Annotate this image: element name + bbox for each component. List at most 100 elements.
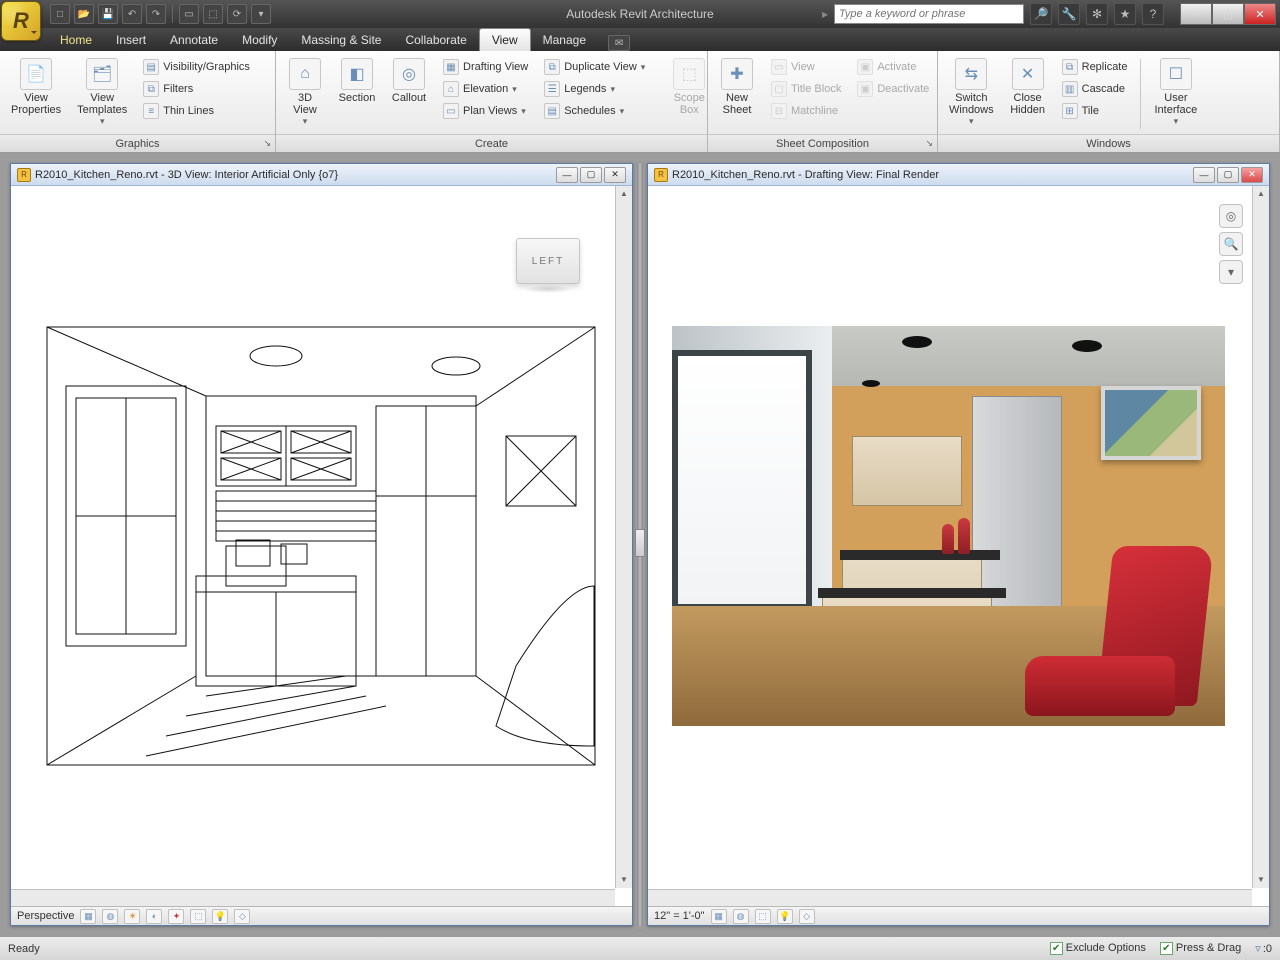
- section-button[interactable]: ◧Section: [334, 55, 380, 107]
- favorites-icon[interactable]: ★: [1114, 3, 1136, 25]
- close-hidden-button[interactable]: ✕Close Hidden: [1005, 55, 1051, 119]
- switch-windows-button[interactable]: ⇆Switch Windows: [944, 55, 999, 130]
- view-titlebar[interactable]: R R2010_Kitchen_Reno.rvt - 3D View: Inte…: [11, 164, 632, 186]
- tab-massing-site[interactable]: Massing & Site: [289, 29, 393, 51]
- infocenter-search-input[interactable]: [834, 4, 1024, 24]
- reveal-hidden-icon[interactable]: ◇: [234, 909, 250, 924]
- communication-icon[interactable]: ✻: [1086, 3, 1108, 25]
- maximize-button[interactable]: ▢: [1212, 3, 1244, 25]
- tab-view[interactable]: View: [479, 28, 531, 51]
- view-templates-button[interactable]: 🗂View Templates: [72, 55, 132, 130]
- schedules-button[interactable]: ▤Schedules: [539, 101, 650, 121]
- new-sheet-icon: ✚: [721, 58, 753, 90]
- vertical-scrollbar[interactable]: [1252, 186, 1269, 888]
- hide-isolate-icon[interactable]: 💡: [212, 909, 228, 924]
- visual-style-icon[interactable]: ◍: [102, 909, 118, 924]
- view-properties-button[interactable]: 📄View Properties: [6, 55, 66, 119]
- crop-view-icon[interactable]: ⬚: [190, 909, 206, 924]
- child-maximize-button[interactable]: ▢: [1217, 167, 1239, 183]
- plan-icon: ▭: [443, 103, 459, 119]
- wireframe-drawing: [46, 326, 596, 766]
- replicate-button[interactable]: ⧉Replicate: [1057, 57, 1133, 77]
- infocenter-chevron-icon[interactable]: ▸: [822, 7, 828, 21]
- qat-sync-icon[interactable]: ⟳: [227, 4, 247, 24]
- shadows-icon[interactable]: ◐: [146, 909, 162, 924]
- viewport-3d[interactable]: LEFT: [11, 186, 632, 906]
- duplicate-view-button[interactable]: ⧉Duplicate View: [539, 57, 650, 77]
- qat-save-icon[interactable]: 💾: [98, 4, 118, 24]
- crop-view-icon[interactable]: ⬚: [755, 909, 771, 924]
- 3d-view-button[interactable]: ⌂3D View: [282, 55, 328, 130]
- view-titlebar[interactable]: R R2010_Kitchen_Reno.rvt - Drafting View…: [648, 164, 1269, 186]
- panel-title: Sheet Composition: [776, 138, 869, 150]
- drafting-view-button[interactable]: ▦Drafting View: [438, 57, 533, 77]
- app-menu-button[interactable]: R: [1, 1, 41, 41]
- horizontal-scrollbar[interactable]: [648, 889, 1252, 906]
- rendered-image: [672, 326, 1225, 726]
- child-close-button[interactable]: ✕: [604, 167, 626, 183]
- dialog-launcher-icon[interactable]: ↘: [925, 138, 933, 149]
- vertical-scrollbar[interactable]: [615, 186, 632, 888]
- qat-open-icon[interactable]: 📂: [74, 4, 94, 24]
- qat-redo-icon[interactable]: ↷: [146, 4, 166, 24]
- filters-button[interactable]: ⧉Filters: [138, 79, 255, 99]
- viewport-drafting[interactable]: ◎ 🔍 ▾: [648, 186, 1269, 906]
- tab-annotate[interactable]: Annotate: [158, 29, 230, 51]
- help-icon[interactable]: ?: [1142, 3, 1164, 25]
- new-sheet-button[interactable]: ✚New Sheet: [714, 55, 760, 119]
- horizontal-scrollbar[interactable]: [11, 889, 615, 906]
- tab-addins-icon[interactable]: ✉: [608, 35, 630, 51]
- visibility-graphics-button[interactable]: ▤Visibility/Graphics: [138, 57, 255, 77]
- tab-insert[interactable]: Insert: [104, 29, 158, 51]
- child-maximize-button[interactable]: ▢: [580, 167, 602, 183]
- tab-manage[interactable]: Manage: [531, 29, 598, 51]
- press-drag-toggle[interactable]: ✔Press & Drag: [1160, 942, 1241, 955]
- qat-3dview-icon[interactable]: ⬚: [203, 4, 223, 24]
- tile-button[interactable]: ⊞Tile: [1057, 101, 1133, 121]
- qat-modify-icon[interactable]: ▭: [179, 4, 199, 24]
- tab-collaborate[interactable]: Collaborate: [393, 29, 478, 51]
- plan-views-button[interactable]: ▭Plan Views: [438, 101, 533, 121]
- sun-path-icon[interactable]: ☀: [124, 909, 140, 924]
- child-minimize-button[interactable]: —: [556, 167, 578, 183]
- user-interface-button[interactable]: ☐User Interface: [1149, 55, 1202, 130]
- close-button[interactable]: ✕: [1244, 3, 1276, 25]
- callout-button[interactable]: ◎Callout: [386, 55, 432, 107]
- view-scale-label[interactable]: Perspective: [17, 910, 74, 922]
- tab-home[interactable]: Home: [48, 29, 104, 51]
- child-close-button[interactable]: ✕: [1241, 167, 1263, 183]
- cascade-button[interactable]: ▥Cascade: [1057, 79, 1133, 99]
- detail-level-icon[interactable]: ▦: [711, 909, 727, 924]
- hide-isolate-icon[interactable]: 💡: [777, 909, 793, 924]
- view-cube[interactable]: LEFT: [516, 238, 580, 284]
- exclude-options-toggle[interactable]: ✔Exclude Options: [1050, 942, 1146, 955]
- minimize-button[interactable]: —: [1180, 3, 1212, 25]
- view-scale-label[interactable]: 12" = 1'-0": [654, 910, 705, 922]
- label: View Properties: [11, 92, 61, 116]
- reveal-hidden-icon[interactable]: ◇: [799, 909, 815, 924]
- label: Elevation: [463, 83, 508, 95]
- tab-modify[interactable]: Modify: [230, 29, 289, 51]
- qat-undo-icon[interactable]: ↶: [122, 4, 142, 24]
- zoom-icon[interactable]: 🔍: [1219, 232, 1243, 256]
- label: Tile: [1082, 105, 1099, 117]
- nav-more-icon[interactable]: ▾: [1219, 260, 1243, 284]
- child-minimize-button[interactable]: —: [1193, 167, 1215, 183]
- panel-title: Graphics: [115, 138, 159, 150]
- detail-level-icon[interactable]: ▦: [80, 909, 96, 924]
- house-3d-icon: ⌂: [289, 58, 321, 90]
- selection-filter-button[interactable]: ▿:0: [1255, 942, 1272, 955]
- search-go-icon[interactable]: 🔎: [1030, 3, 1052, 25]
- qat-customize-icon[interactable]: ▾: [251, 4, 271, 24]
- thin-lines-button[interactable]: ≡Thin Lines: [138, 101, 255, 121]
- steering-wheel-icon[interactable]: ◎: [1219, 204, 1243, 228]
- subscription-icon[interactable]: 🔧: [1058, 3, 1080, 25]
- title-block-button: ▢Title Block: [766, 79, 846, 99]
- legends-button[interactable]: ☰Legends: [539, 79, 650, 99]
- qat-new-icon[interactable]: □: [50, 4, 70, 24]
- elevation-button[interactable]: ⌂Elevation: [438, 79, 533, 99]
- splitter[interactable]: [637, 163, 643, 926]
- visual-style-icon[interactable]: ◍: [733, 909, 749, 924]
- rendering-icon[interactable]: ✦: [168, 909, 184, 924]
- dialog-launcher-icon[interactable]: ↘: [263, 138, 271, 149]
